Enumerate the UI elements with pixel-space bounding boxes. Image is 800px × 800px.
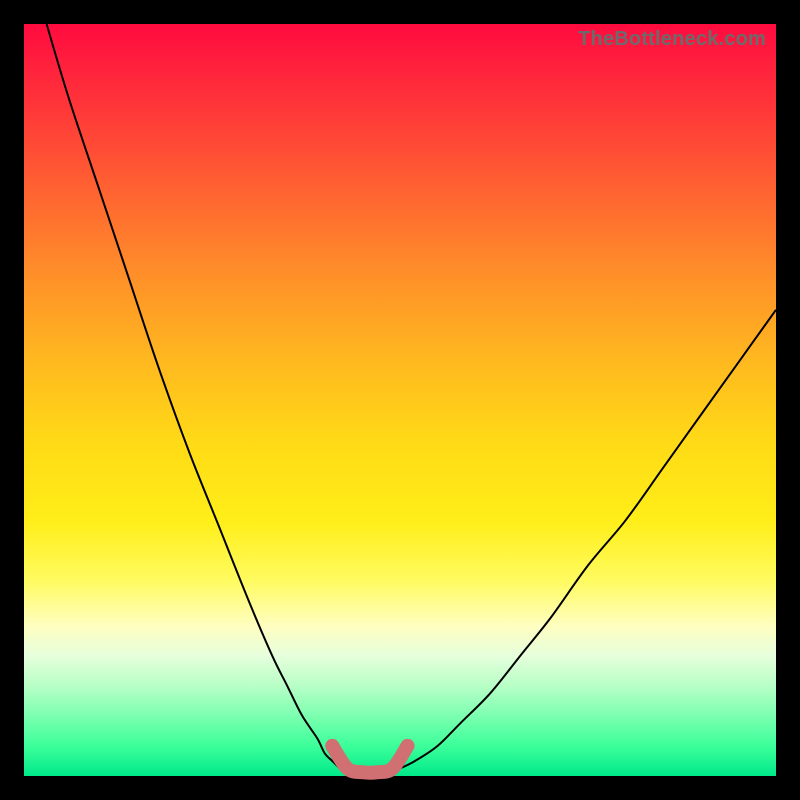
left-curve [47, 24, 340, 769]
nub-endpoint-left [325, 739, 339, 753]
nub-endpoint-right [401, 739, 415, 753]
bottom-nub [332, 746, 407, 773]
right-curve [400, 310, 776, 769]
chart-frame: TheBottleneck.com [0, 0, 800, 800]
plot-area: TheBottleneck.com [24, 24, 776, 776]
chart-svg [24, 24, 776, 776]
